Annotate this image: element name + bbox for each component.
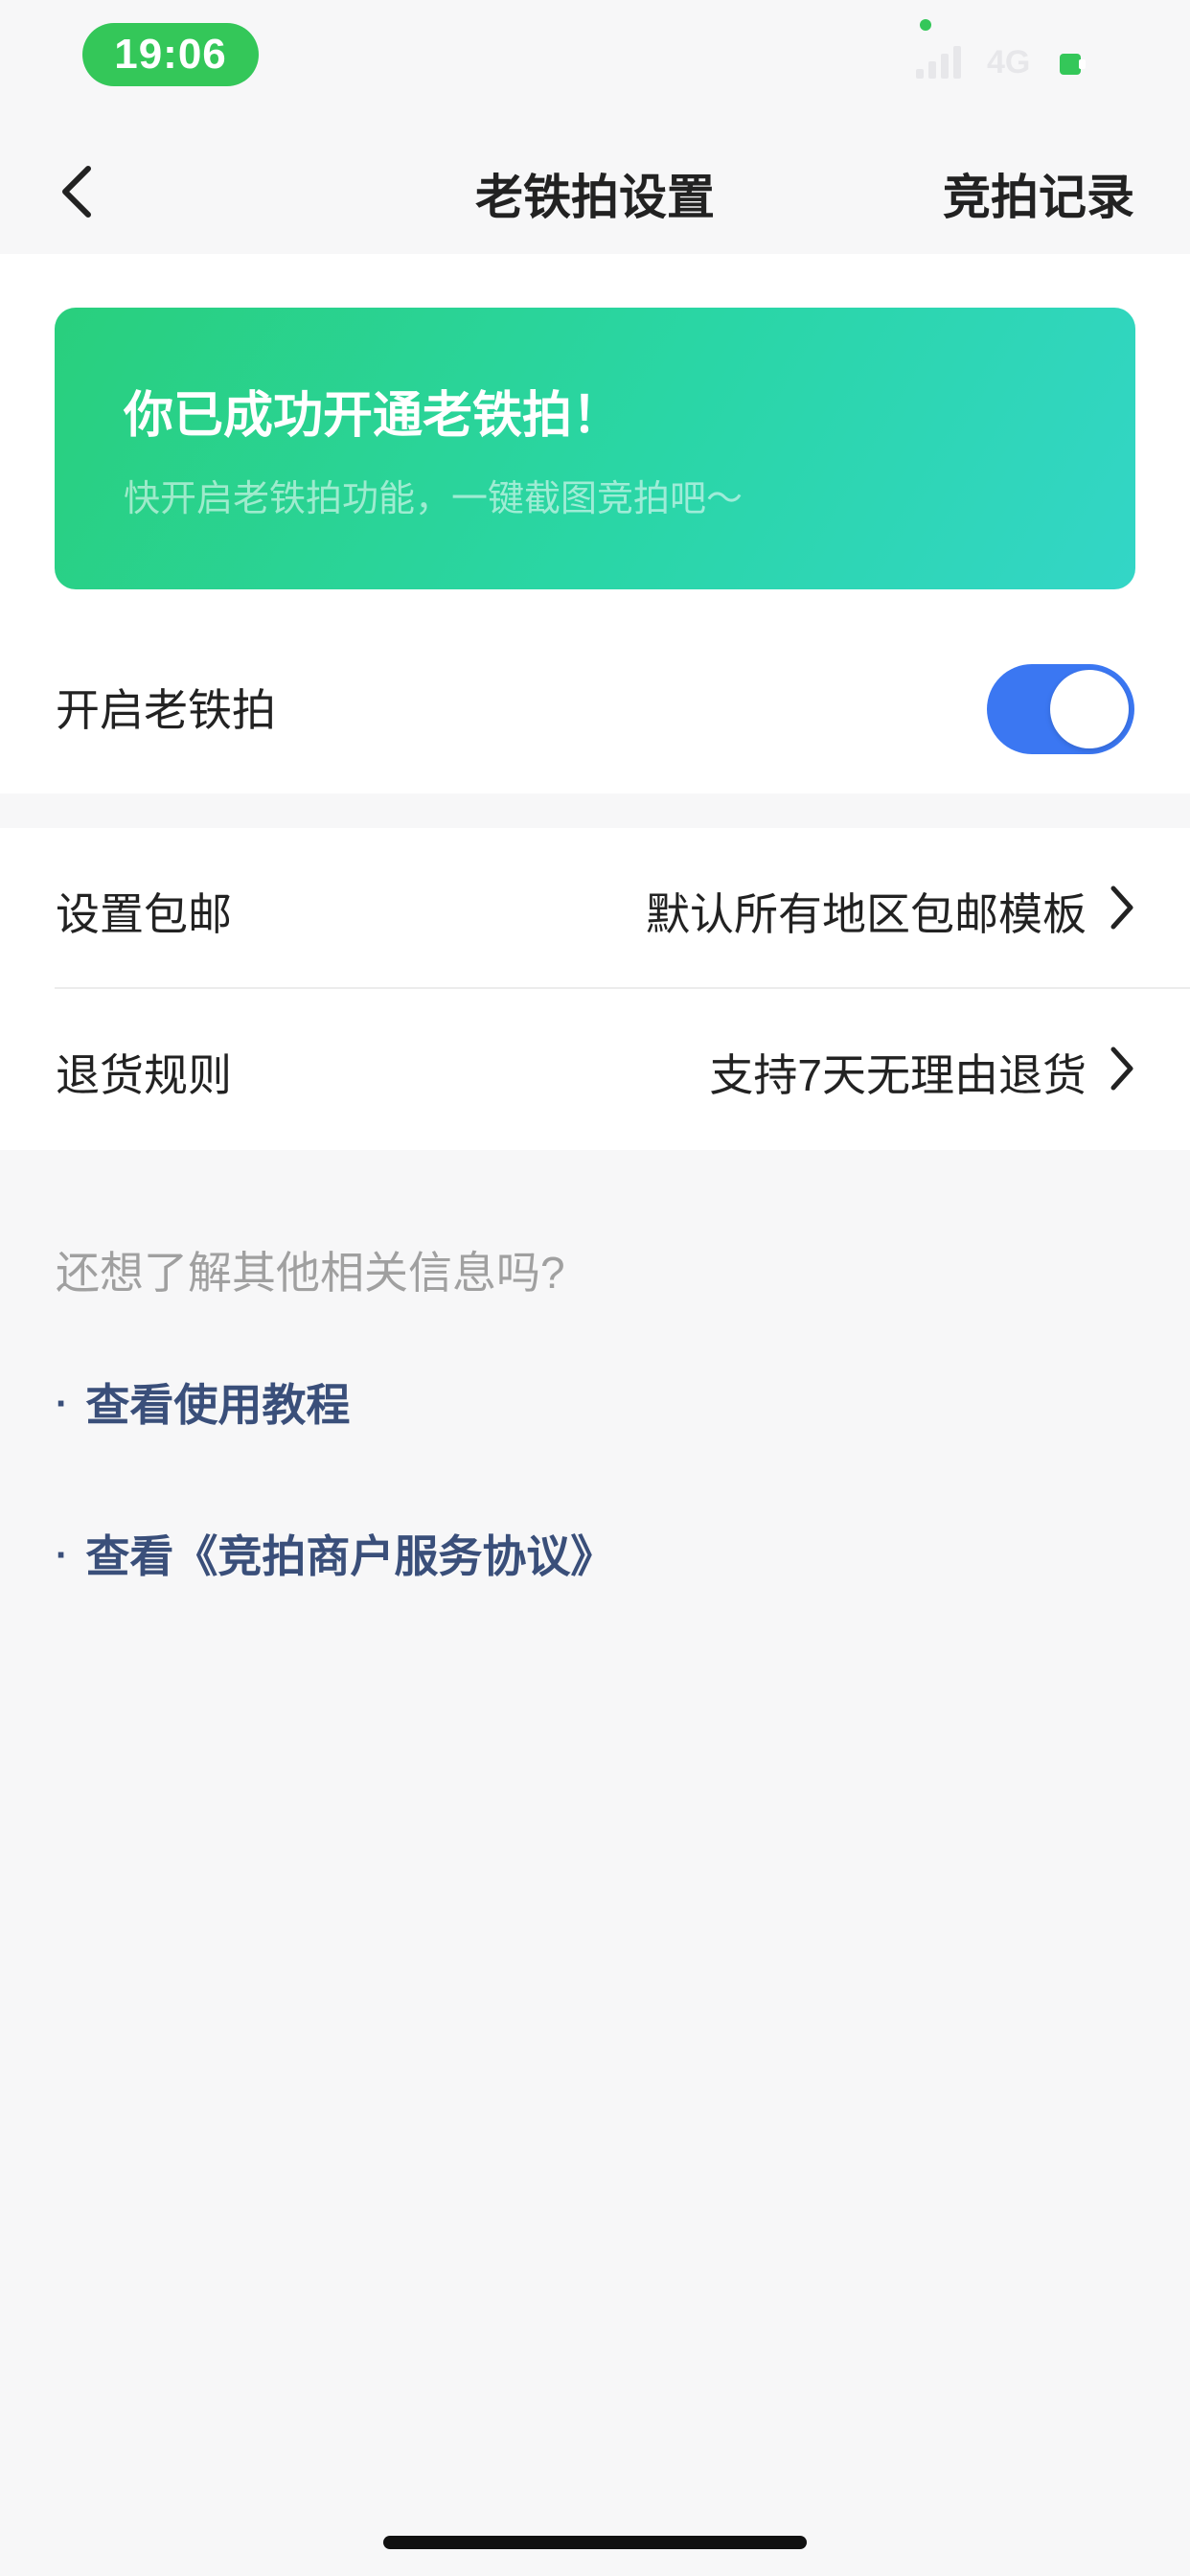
free-shipping-setting[interactable]: 设置包邮 默认所有地区包邮模板 xyxy=(0,828,1190,989)
battery-icon xyxy=(1060,54,1086,75)
free-shipping-label: 设置包邮 xyxy=(56,889,232,939)
chevron-right-icon xyxy=(1110,1046,1133,1091)
agreement-link-text: 查看《竞拍商户服务协议》 xyxy=(85,1531,615,1581)
return-policy-value: 支持7天无理由退货 xyxy=(709,1050,1087,1100)
bullet: · xyxy=(56,1534,69,1576)
status-bar: 19:06 4G xyxy=(0,0,1190,125)
info-question: 还想了解其他相关信息吗? xyxy=(56,1248,565,1298)
screen: 19:06 4G 老铁拍设置 竞拍记录 你已成功开通老铁拍！ 快开启老铁拍功能，… xyxy=(0,0,1190,2576)
banner-title: 你已成功开通老铁拍！ xyxy=(124,388,623,444)
banner-subtitle: 快开启老铁拍功能，一键截图竞拍吧～ xyxy=(124,479,744,519)
chevron-right-icon xyxy=(1110,886,1133,930)
enable-auction-row: 开启老铁拍 xyxy=(0,637,1190,771)
success-banner: 你已成功开通老铁拍！ 快开启老铁拍功能，一键截图竞拍吧～ xyxy=(55,308,1135,589)
status-time: 19:06 xyxy=(82,23,259,86)
return-policy-label: 退货规则 xyxy=(56,1050,232,1100)
network-type: 4G xyxy=(987,44,1031,80)
enable-auction-toggle[interactable] xyxy=(987,664,1134,754)
bullet: · xyxy=(56,1383,69,1425)
signal-strength-icon xyxy=(916,44,964,79)
mic-indicator-icon xyxy=(920,19,931,31)
home-indicator[interactable] xyxy=(383,2536,807,2549)
tutorial-link-text: 查看使用教程 xyxy=(85,1380,351,1430)
settings-list: 设置包邮 默认所有地区包邮模板 退货规则 支持7天无理由退货 xyxy=(0,828,1190,1150)
enable-auction-label: 开启老铁拍 xyxy=(56,685,276,735)
toggle-knob xyxy=(1050,670,1129,748)
activation-section: 你已成功开通老铁拍！ 快开启老铁拍功能，一键截图竞拍吧～ 开启老铁拍 xyxy=(0,254,1190,794)
nav-bar: 老铁拍设置 竞拍记录 xyxy=(0,125,1190,254)
tutorial-link[interactable]: · 查看使用教程 xyxy=(56,1370,350,1434)
agreement-link[interactable]: · 查看《竞拍商户服务协议》 xyxy=(56,1522,614,1585)
auction-records-button[interactable]: 竞拍记录 xyxy=(943,159,1134,228)
free-shipping-value: 默认所有地区包邮模板 xyxy=(646,889,1087,939)
return-policy-setting[interactable]: 退货规则 支持7天无理由退货 xyxy=(0,989,1190,1148)
